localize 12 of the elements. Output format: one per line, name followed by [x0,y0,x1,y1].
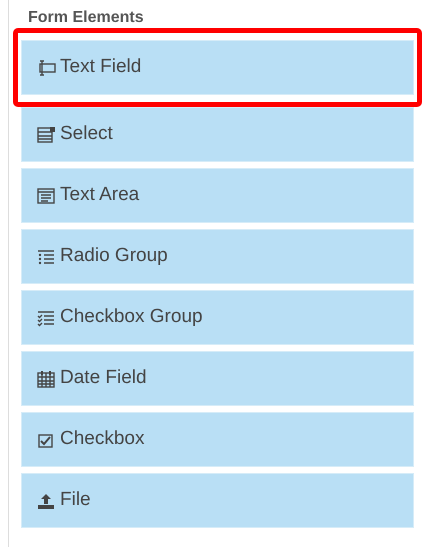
text-area-icon [36,186,56,206]
form-element-item[interactable]: Text Area [21,168,414,223]
form-element-item[interactable]: Date Field [21,351,414,406]
form-element-item[interactable]: Radio Group [21,229,414,284]
form-element-item[interactable]: Select [21,107,414,162]
panel-title: Form Elements [28,8,144,28]
select-icon [36,124,56,144]
form-element-item[interactable]: Checkbox [21,412,414,467]
form-element-item[interactable]: File [21,473,414,528]
form-element-item[interactable]: Text Field [21,40,414,95]
form-element-item[interactable]: Checkbox Group [21,290,414,345]
calendar-icon [36,368,56,388]
